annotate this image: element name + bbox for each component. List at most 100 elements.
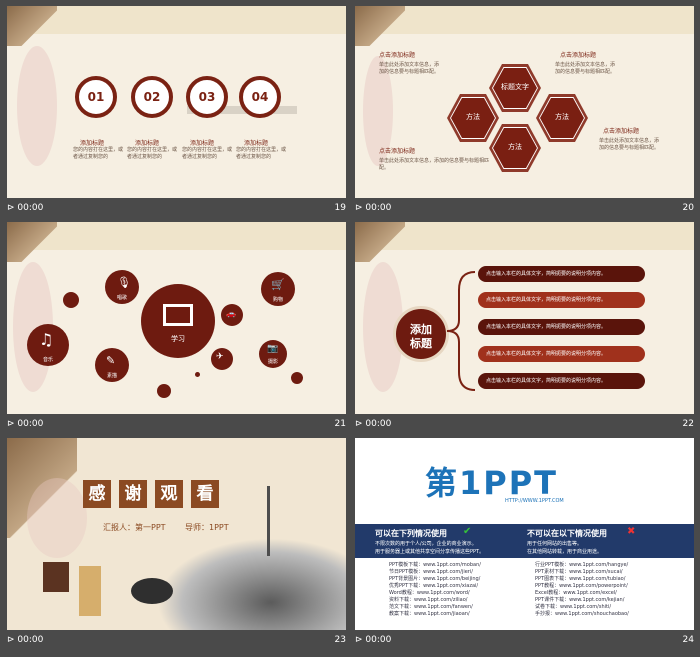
slide-footer: ⊳ 00:00 22 [355,416,694,432]
slide-footer: ⊳ 00:00 19 [7,200,346,216]
mic-icon: 🎙 [117,276,131,289]
slide-number: 19 [334,203,346,213]
link-row[interactable]: 试卷下载：www.1ppt.com/shiti/ [535,604,611,611]
cannot-use-note: 在其他网站转载，用于商业用途。 [527,549,603,555]
step-title: 添加标题 [135,140,160,147]
camera-icon: 📷 [267,344,279,354]
step-title: 添加标题 [244,140,269,147]
rock-decoration [7,222,57,262]
step-circle-01: 01 [75,76,117,118]
link-row[interactable]: 手抄报：www.1ppt.com/shouchaobao/ [535,611,629,618]
text-title-tr: 点击添加标题 [560,52,597,59]
link-row[interactable]: PPT模板下载：www.1ppt.com/moban/ [389,562,481,569]
timing-label: ⊳ 00:00 [7,203,44,213]
step-desc: 您的内容打在这里，或者通过复制您的 [73,147,124,160]
slide-footer: ⊳ 00:00 21 [7,416,346,432]
sing-circle: 🎙 唱歌 [105,270,139,304]
plane-icon: ✈ [216,352,224,362]
timing-label: ⊳ 00:00 [355,203,392,213]
header-band [355,222,694,250]
link-row[interactable]: Excel教程：www.1ppt.com/excel/ [535,590,617,597]
link-row[interactable]: 教案下载：www.1ppt.com/jiaoan/ [389,611,470,618]
can-use-title: 可以在下列情况使用 [375,529,447,538]
link-row[interactable]: PPT课件下载：www.1ppt.com/kejian/ [535,597,624,604]
shopping-circle: 🛒 购物 [261,272,295,306]
slide-thumb-19[interactable]: 01 02 03 04 添加标题 添加标题 添加标题 添加标题 您的内容打在这里… [7,6,346,198]
ink-stone-decoration [131,578,173,604]
content-row: 点击输入本栏的具体文字，简明扼要的说明分项内容。 [478,373,645,389]
header-band [7,222,346,250]
step-circle-04: 04 [239,76,281,118]
slide-thumb-21[interactable]: 学习 🎙 唱歌 🛒 购物 ♫ 音乐 ✎ 素描 🚗 ✈ 📷 摄影 [7,222,346,414]
decor-dot [157,384,171,398]
content-row: 点击输入本栏的具体文字，简明扼要的说明分项内容。 [478,346,645,362]
link-row[interactable]: 优秀PPT下载：www.1ppt.com/xiazai/ [389,583,478,590]
text-title-bl: 点击添加标题 [379,148,416,155]
plum-blossom-decoration [27,478,87,558]
reporter-text: 汇报人：第一PPT [103,523,166,532]
photo-label: 摄影 [267,359,278,365]
header-band [7,6,346,34]
can-use-note: 不限次数的用于个人/公司，企业的商业演示。 [375,541,477,547]
body-text: 单击此处添加文本信息，添加的信息要与标题相匹配。 [379,62,440,75]
study-label: 学习 [171,335,185,343]
content-row: 点击输入本栏的具体文字，简明扼要的说明分项内容。 [478,319,645,335]
shopping-label: 购物 [272,297,283,303]
sketch-label: 素描 [106,373,117,379]
decor-dot [63,292,79,308]
slide-number: 21 [334,419,346,429]
cross-icon: ✖ [627,526,636,537]
link-row[interactable]: 资料下载：www.1ppt.com/ziliao/ [389,597,467,604]
body-text: 单击此处添加文本信息，添加的信息要与标题相匹配。 [555,62,616,75]
thanks-char: 感 [83,480,111,508]
slide-thumb-24[interactable]: 第1PPT HTTP://WWW.1PPT.COM 可以在下列情况使用 ✔ 不可… [355,438,694,630]
text-title-br: 点击添加标题 [603,128,640,135]
step-desc: 您的内容打在这里，或者通过复制您的 [182,147,233,160]
content-row: 点击输入本栏的具体文字，简明扼要的说明分项内容。 [478,266,645,282]
body-text: 单击此处添加文本信息，添加的信息要与标题相匹配。 [599,138,660,151]
rock-decoration [355,6,405,46]
slide-number: 23 [334,635,346,645]
step-desc: 您的内容打在这里，或者通过复制您的 [236,147,287,160]
link-row[interactable]: Word教程：www.1ppt.com/word/ [389,590,470,597]
center-title-line2: 标题 [410,337,432,350]
car-icon: 🚗 [226,309,236,318]
decor-dot [291,372,303,384]
mentor-text: 导师：1PPT [185,523,229,532]
slide-number: 20 [682,203,694,213]
link-row[interactable]: 节日PPT模板：www.1ppt.com/jieri/ [389,569,473,576]
music-note-icon: ♫ [39,330,54,349]
step-desc: 您的内容打在这里，或者通过复制您的 [127,147,178,160]
plum-blossom-decoration [17,46,57,166]
seal-decoration [43,562,69,592]
decor-dot [195,372,200,377]
ink-mountain-decoration [157,538,346,630]
sing-label: 唱歌 [116,295,127,301]
timing-label: ⊳ 00:00 [355,419,392,429]
step-title: 添加标题 [190,140,215,147]
step-circle-02: 02 [131,76,173,118]
cannot-use-title: 不可以在以下情况使用 [527,529,607,538]
slide-number: 24 [682,635,694,645]
slide-footer: ⊳ 00:00 24 [355,632,694,648]
slide-footer: ⊳ 00:00 20 [355,200,694,216]
cannot-use-note: 用于任何网站的出售等。 [527,541,583,547]
text-title-tl: 点击添加标题 [379,52,416,59]
link-row[interactable]: PPT背景图片：www.1ppt.com/beijing/ [389,576,480,583]
slide-thumb-20[interactable]: 点击添加标题 点击添加标题 点击添加标题 点击添加标题 单击此处添加文本信息，添… [355,6,694,198]
body-text: 单击此处添加文本信息，添加的信息要与标题相匹配。 [379,158,490,171]
link-row[interactable]: PPT素材下载：www.1ppt.com/sucai/ [535,569,623,576]
music-label: 音乐 [42,357,53,363]
thanks-char: 谢 [119,480,147,508]
bamboo-decoration [267,486,270,556]
link-row[interactable]: PPT图表下载：www.1ppt.com/tubiao/ [535,576,625,583]
timing-label: ⊳ 00:00 [7,419,44,429]
center-title-circle: 添加 标题 [393,306,449,362]
car-circle: 🚗 [221,304,243,326]
slide-thumb-23[interactable]: 感 谢 观 看 汇报人：第一PPT 导师：1PPT [7,438,346,630]
link-row[interactable]: PPT教程：www.1ppt.com/powerpoint/ [535,583,628,590]
photo-circle: 📷 摄影 [259,340,287,368]
link-row[interactable]: 范文下载：www.1ppt.com/fanwen/ [389,604,473,611]
scroll-decoration [79,566,101,616]
link-row[interactable]: 行业PPT模板：www.1ppt.com/hangye/ [535,562,628,569]
